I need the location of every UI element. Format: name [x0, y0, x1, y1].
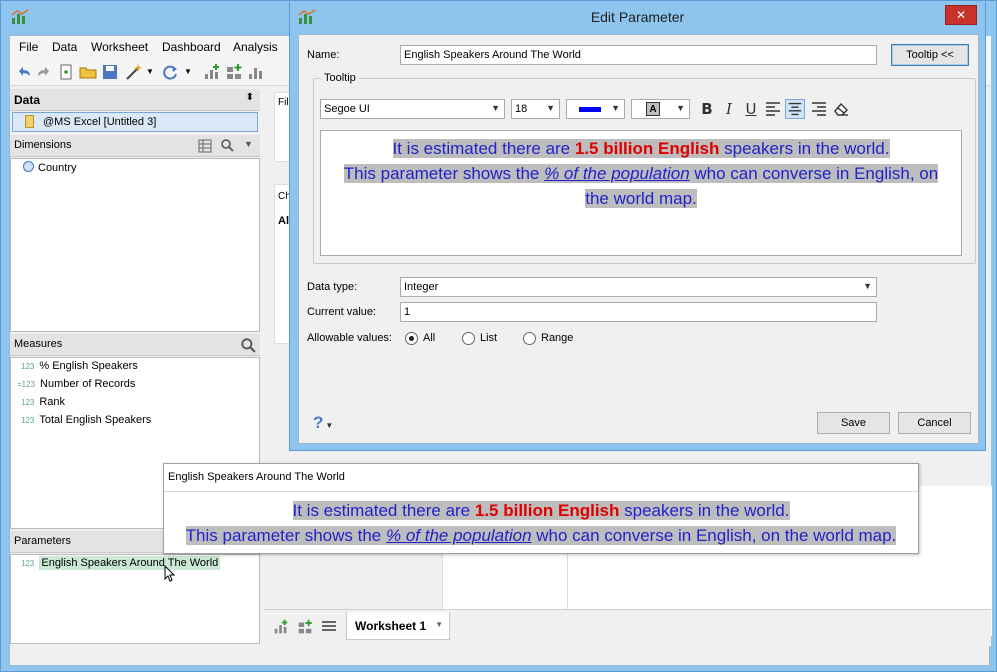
radio-range[interactable]	[523, 332, 536, 345]
dimensions-header: Dimensions ▼	[10, 135, 260, 157]
radio-all-label: All	[423, 332, 436, 344]
sheet-list-icon[interactable]	[320, 618, 338, 636]
name-field[interactable]: English Speakers Around The World	[400, 45, 877, 65]
underline-icon[interactable]: U	[741, 99, 761, 119]
color-swatch	[579, 107, 601, 112]
font-size-select[interactable]: 18 ▼	[511, 99, 560, 119]
menu-data[interactable]: Data	[52, 40, 77, 54]
new-sheet-icon[interactable]	[56, 62, 76, 82]
text-color-select[interactable]: ▼	[566, 99, 625, 119]
data-wand-icon[interactable]	[124, 62, 144, 82]
dimensions-title: Dimensions	[14, 139, 72, 151]
cancel-button[interactable]: Cancel	[898, 412, 971, 434]
measure-item[interactable]: =123 Number of Records	[17, 378, 135, 396]
parameters-list: 123 English Speakers Around The World	[10, 554, 260, 644]
edit-parameter-dialog: Edit Parameter ✕ Name: English Speakers …	[289, 0, 986, 451]
current-value-field[interactable]: 1	[400, 302, 877, 322]
parameter-item[interactable]: 123 English Speakers Around The World	[21, 556, 221, 575]
radio-range-label: Range	[541, 332, 574, 344]
open-folder-icon[interactable]	[78, 62, 98, 82]
globe-icon	[23, 161, 34, 172]
app-logo-icon	[11, 9, 29, 24]
tooltip-preview-line-1: It is estimated there are 1.5 billion En…	[292, 501, 790, 520]
editor-line-3: the world map.	[585, 189, 697, 208]
align-left-icon[interactable]	[763, 99, 783, 119]
dialog-title: Edit Parameter	[590, 9, 685, 25]
chevron-down-icon[interactable]: ▼	[435, 620, 443, 629]
chevron-down-icon: ▼	[546, 103, 555, 113]
sheet-tab-bar: Worksheet 1 ▼	[264, 609, 991, 645]
undo-icon[interactable]	[14, 62, 34, 82]
menu-worksheet[interactable]: Worksheet	[91, 40, 148, 54]
tooltip-toggle-button[interactable]: Tooltip <<	[891, 44, 969, 66]
parameters-title: Parameters	[14, 535, 71, 547]
data-type-label: Data type:	[307, 281, 358, 293]
tooltip-editor[interactable]: It is estimated there are 1.5 billion En…	[320, 130, 962, 256]
chevron-down-icon: ▼	[863, 281, 872, 291]
sort-icon[interactable]: ⬍	[246, 92, 254, 103]
data-type-select[interactable]: Integer ▼	[400, 277, 877, 297]
align-right-icon[interactable]	[809, 99, 829, 119]
refresh-icon[interactable]	[160, 62, 180, 82]
measures-title: Measures	[14, 338, 63, 350]
tooltip-preview: English Speakers Around The World It is …	[163, 463, 919, 554]
menu-analysis[interactable]: Analysis	[233, 40, 278, 54]
measure-item[interactable]: 123 Rank	[21, 396, 65, 414]
measure-item[interactable]: 123 Total English Speakers	[21, 414, 151, 432]
search-icon[interactable]	[220, 138, 234, 152]
editor-line-2: This parameter shows the % of the popula…	[343, 164, 939, 183]
menu-dashboard[interactable]: Dashboard	[162, 40, 221, 54]
font-family-select[interactable]: Segoe UI ▼	[320, 99, 505, 119]
dimensions-list: Country	[10, 158, 260, 332]
measures-header: Measures	[10, 334, 260, 356]
save-icon[interactable]	[100, 62, 120, 82]
tab-worksheet-1[interactable]: Worksheet 1 ▼	[346, 612, 450, 640]
tooltip-group-label: Tooltip	[321, 72, 359, 84]
tooltip-preview-title: English Speakers Around The World	[168, 471, 345, 483]
editor-line-1: It is estimated there are 1.5 billion En…	[392, 139, 890, 158]
new-dashboard-icon[interactable]	[224, 62, 244, 82]
help-icon[interactable]: ? ▼	[313, 413, 333, 433]
radio-list-label: List	[480, 332, 498, 344]
bold-icon[interactable]: B	[697, 99, 717, 119]
new-worksheet-icon[interactable]	[202, 62, 222, 82]
data-pane-title: Data	[14, 93, 41, 107]
tooltip-preview-line-2: This parameter shows the % of the popula…	[185, 526, 897, 545]
menu-file[interactable]: File	[19, 40, 38, 54]
radio-list[interactable]	[462, 332, 475, 345]
chevron-down-icon: ▼	[676, 103, 685, 113]
chevron-down-icon: ▼	[325, 421, 334, 430]
clear-formatting-icon[interactable]	[831, 99, 851, 119]
mouse-cursor-icon	[164, 565, 176, 582]
divider	[164, 491, 918, 492]
dialog-body: Name: English Speakers Around The World …	[298, 34, 979, 444]
chevron-down-icon: ▼	[491, 103, 500, 113]
redo-icon[interactable]	[34, 62, 54, 82]
chevron-down-icon[interactable]: ▼	[244, 139, 253, 149]
align-center-icon[interactable]	[785, 99, 805, 119]
chevron-down-icon[interactable]: ▼	[184, 62, 204, 82]
italic-icon[interactable]: I	[719, 99, 739, 119]
table-view-icon[interactable]	[198, 139, 212, 153]
data-pane-header: Data ⬍	[10, 89, 260, 111]
highlight-icon: A	[646, 102, 660, 116]
datasource-icon	[25, 115, 34, 128]
measure-item[interactable]: 123% English Speakers	[21, 360, 138, 378]
chart-icon[interactable]	[246, 62, 266, 82]
data-source-item[interactable]: @MS Excel [Untitled 3]	[12, 112, 258, 132]
current-value-label: Current value:	[307, 306, 377, 318]
search-icon[interactable]	[240, 337, 256, 353]
chevron-down-icon: ▼	[611, 103, 620, 113]
new-dashboard-icon[interactable]	[296, 618, 314, 636]
data-source-label: @MS Excel [Untitled 3]	[43, 116, 157, 128]
dimension-item-country[interactable]: Country	[23, 161, 77, 179]
radio-all[interactable]	[405, 332, 418, 345]
new-worksheet-icon[interactable]	[272, 618, 290, 636]
highlight-color-select[interactable]: A ▼	[631, 99, 690, 119]
name-label: Name:	[307, 49, 340, 61]
allowable-values-label: Allowable values:	[307, 332, 392, 344]
close-button[interactable]: ✕	[945, 5, 977, 25]
save-button[interactable]: Save	[817, 412, 890, 434]
